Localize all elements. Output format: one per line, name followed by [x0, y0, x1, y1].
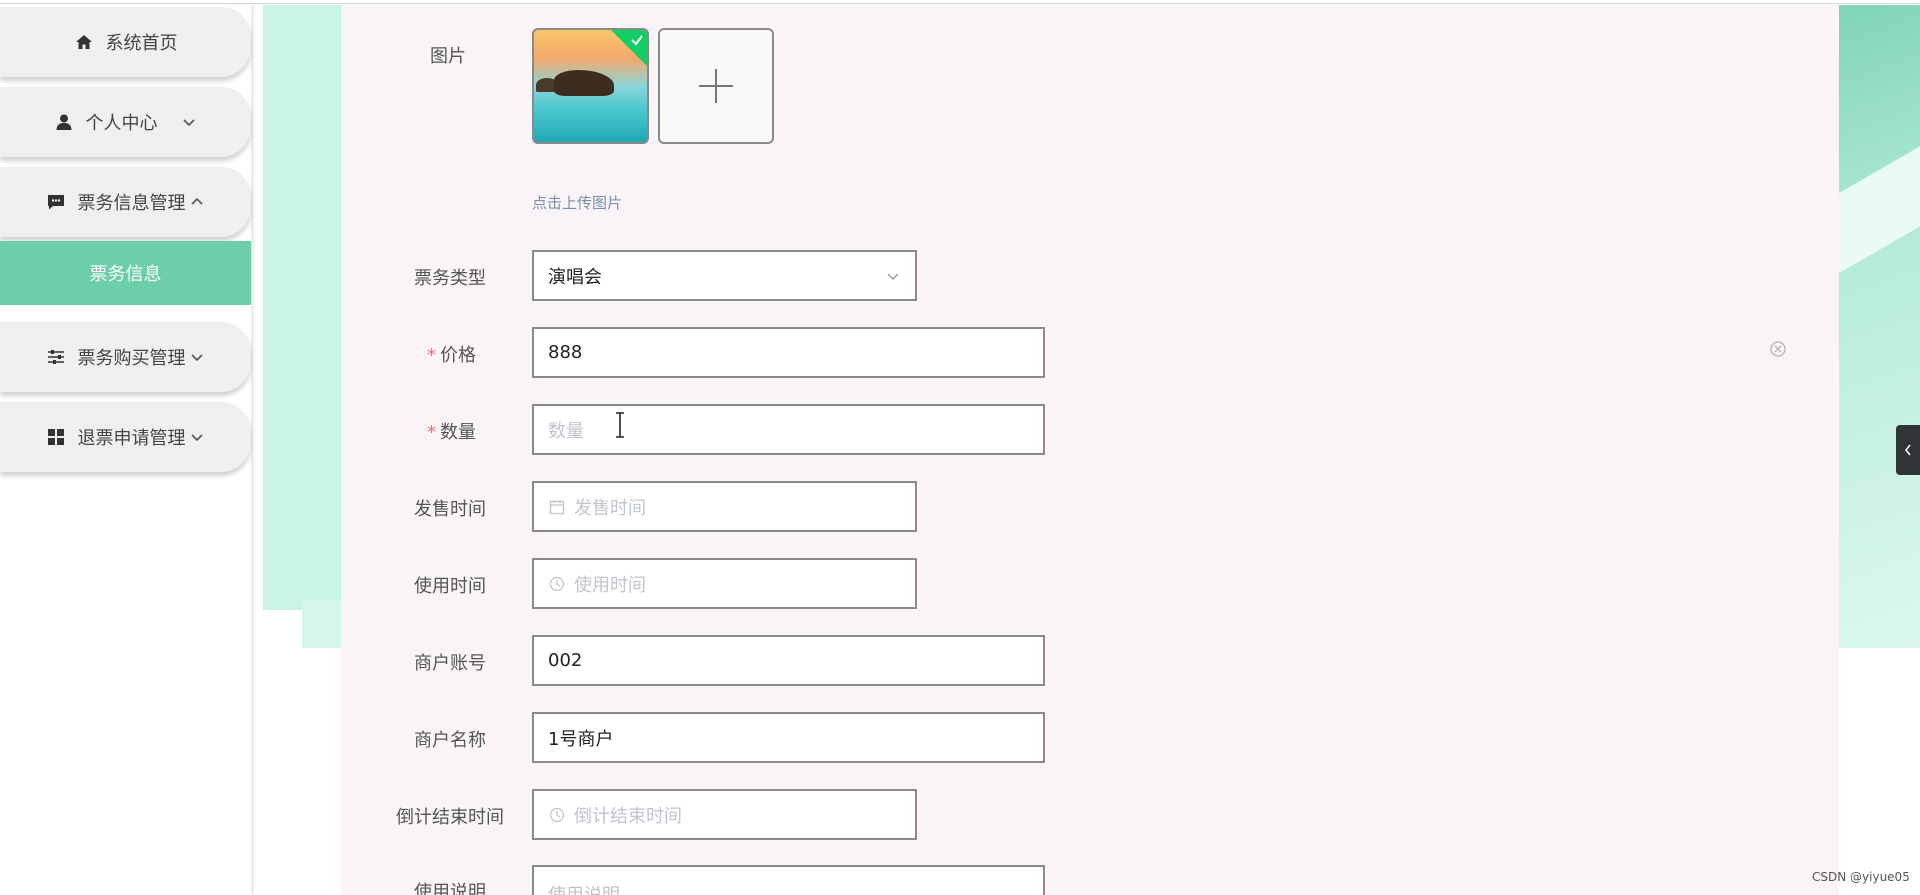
ticket-type-value: 演唱会	[548, 266, 602, 288]
sidebar-item-home[interactable]: 系统首页	[0, 7, 251, 77]
ticket-type-label: 票务类型	[414, 268, 486, 289]
text-cursor-icon	[616, 412, 624, 438]
top-border	[0, 0, 1920, 4]
grid-icon	[46, 427, 66, 447]
required-mark: *	[427, 345, 436, 366]
clock-icon	[548, 575, 566, 593]
merchant-name-value: 1号商户	[548, 728, 614, 750]
background-accent	[302, 600, 342, 648]
check-icon	[631, 35, 643, 46]
sidebar-item-ticket-info-management[interactable]: 票务信息管理	[0, 167, 251, 237]
sidebar-item-personal-center[interactable]: 个人中心	[0, 87, 251, 157]
chevron-down-icon	[188, 348, 206, 366]
chevron-down-icon	[180, 113, 198, 131]
countdown-end-picker[interactable]: 倒计结束时间	[532, 789, 917, 840]
home-icon	[74, 32, 94, 52]
message-icon	[46, 192, 66, 212]
sale-time-placeholder: 发售时间	[574, 497, 646, 519]
plus-icon	[699, 69, 733, 103]
instructions-textarea[interactable]: 使用说明	[532, 865, 1045, 895]
sidebar-item-refund-application-management[interactable]: 退票申请管理	[0, 402, 251, 472]
price-value: 888	[548, 342, 583, 363]
chevron-left-icon	[1905, 444, 1911, 456]
quantity-label: * 数量	[427, 422, 476, 443]
merchant-account-label: 商户账号	[414, 653, 486, 674]
required-mark: *	[427, 422, 436, 443]
chevron-down-icon	[188, 428, 206, 446]
sale-time-picker[interactable]: 发售时间	[532, 481, 917, 532]
sliders-icon	[46, 347, 66, 367]
sidebar-item-label: 退票申请管理	[77, 428, 186, 449]
use-time-picker[interactable]: 使用时间	[532, 558, 917, 609]
sidebar-item-label: 票务信息管理	[77, 193, 186, 214]
price-input[interactable]: 888	[532, 327, 1045, 378]
use-time-placeholder: 使用时间	[574, 574, 646, 596]
merchant-name-label: 商户名称	[414, 730, 486, 751]
upload-hint: 点击上传图片	[532, 194, 623, 212]
instructions-placeholder: 使用说明	[548, 881, 620, 895]
sidebar: 系统首页 个人中心 票务信息管理 票务信息 票务购买管理 退票申请管理	[0, 4, 251, 895]
merchant-account-value: 002	[548, 650, 583, 671]
uploaded-image-thumbnail[interactable]	[532, 28, 649, 144]
close-circle-icon[interactable]	[1769, 340, 1787, 358]
sale-time-label: 发售时间	[414, 499, 486, 520]
image-label: 图片	[430, 46, 466, 67]
upload-image-button[interactable]	[658, 28, 774, 144]
sidebar-item-label: 票务购买管理	[77, 348, 186, 369]
collapse-panel-button[interactable]	[1896, 425, 1920, 475]
sidebar-item-label: 系统首页	[105, 33, 178, 54]
ticket-type-select[interactable]: 演唱会	[532, 250, 917, 301]
background-right-decoration	[1838, 5, 1920, 648]
countdown-end-placeholder: 倒计结束时间	[574, 805, 682, 827]
chevron-down-icon	[885, 268, 901, 284]
watermark: CSDN @yiyue05	[1812, 870, 1910, 884]
sidebar-item-ticket-purchase-management[interactable]: 票务购买管理	[0, 322, 251, 392]
use-time-label: 使用时间	[414, 576, 486, 597]
price-label: * 价格	[427, 345, 476, 366]
countdown-end-label: 倒计结束时间	[396, 807, 504, 828]
instructions-label: 使用说明	[414, 882, 486, 895]
merchant-name-input[interactable]: 1号商户	[532, 712, 1045, 763]
clock-icon	[548, 806, 566, 824]
user-icon	[54, 112, 74, 132]
quantity-input[interactable]: 数量	[532, 404, 1045, 455]
calendar-icon	[548, 498, 566, 516]
merchant-account-input[interactable]: 002	[532, 635, 1045, 686]
chevron-up-icon	[188, 193, 206, 211]
sidebar-subitem-ticket-info[interactable]: 票务信息	[0, 241, 251, 305]
quantity-placeholder: 数量	[548, 420, 584, 442]
sidebar-item-label: 个人中心	[85, 113, 158, 134]
